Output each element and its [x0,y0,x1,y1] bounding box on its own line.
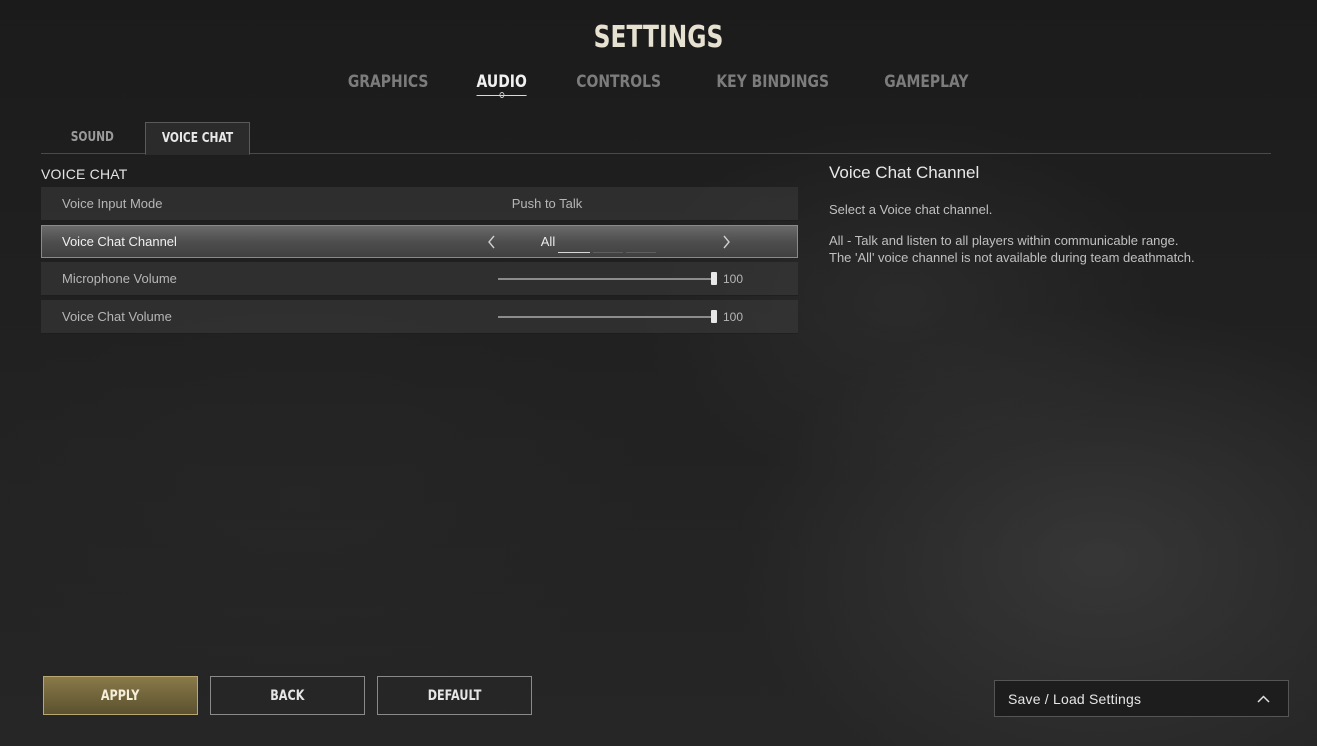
apply-button[interactable]: APPLY [43,676,198,715]
setting-row-voice-chat-volume[interactable]: Voice Chat Volume 100 [41,300,798,334]
subtab-sound-label: SOUND [70,129,115,145]
description-text: The 'All' voice channel is not available… [829,250,1195,265]
voice-input-mode-value[interactable]: Push to Talk [487,187,607,220]
tab-graphics[interactable]: GRAPHICS [341,72,435,96]
option-pip [593,252,623,253]
setting-row-voice-chat-channel[interactable]: Voice Chat Channel All [41,225,798,258]
slider-fill [498,278,714,280]
setting-row-microphone-volume[interactable]: Microphone Volume 100 [41,262,798,296]
save-load-settings-dropdown[interactable]: Save / Load Settings [994,680,1289,717]
option-indicator [558,252,656,253]
back-button[interactable]: BACK [210,676,365,715]
default-button-label: DEFAULT [427,687,482,704]
settings-screen: SETTINGS GRAPHICS AUDIO CONTROLS KEY BIN… [0,0,1317,746]
slider-fill [498,316,714,318]
main-tab-bar: GRAPHICS AUDIO CONTROLS KEY BINDINGS GAM… [0,72,1317,98]
back-button-label: BACK [270,687,305,704]
slider-handle[interactable] [711,310,717,323]
voice-chat-volume-value: 100 [723,310,744,324]
page-title: SETTINGS [593,20,724,55]
microphone-volume-value: 100 [723,272,744,286]
settings-list: Voice Input Mode Push to Talk Voice Chat… [41,187,798,338]
apply-button-label: APPLY [101,687,140,704]
description-panel: Voice Chat Channel Select a Voice chat c… [829,163,1269,266]
subtab-sound[interactable]: SOUND [41,122,144,152]
description-title: Voice Chat Channel [829,163,980,182]
section-heading: VOICE CHAT [41,166,128,182]
microphone-volume-slider[interactable] [498,278,714,280]
slider-handle[interactable] [711,272,717,285]
chevron-right-icon[interactable] [716,232,736,252]
tab-controls[interactable]: CONTROLS [569,72,667,96]
default-button[interactable]: DEFAULT [377,676,532,715]
setting-label: Voice Chat Channel [62,234,177,249]
option-pip [626,252,656,253]
setting-row-voice-input-mode[interactable]: Voice Input Mode Push to Talk [41,187,798,221]
description-text: Select a Voice chat channel. [829,202,993,217]
save-load-label: Save / Load Settings [1008,690,1142,707]
sub-tab-bar: SOUND VOICE CHAT [41,122,1271,155]
subtab-voice-chat[interactable]: VOICE CHAT [145,122,250,155]
tab-audio[interactable]: AUDIO [470,72,533,98]
chevron-up-icon [1257,690,1270,708]
description-text: All - Talk and listen to all players wit… [829,233,1179,248]
voice-chat-volume-slider[interactable] [498,316,714,318]
tab-gameplay[interactable]: GAMEPLAY [878,72,975,96]
setting-label: Voice Chat Volume [62,309,172,324]
setting-label: Microphone Volume [62,271,177,286]
option-pip-active [558,252,590,253]
voice-chat-channel-value: All [540,234,556,249]
setting-label: Voice Input Mode [62,196,163,211]
tab-key-bindings[interactable]: KEY BINDINGS [710,72,836,96]
subtab-voice-chat-label: VOICE CHAT [161,131,234,146]
